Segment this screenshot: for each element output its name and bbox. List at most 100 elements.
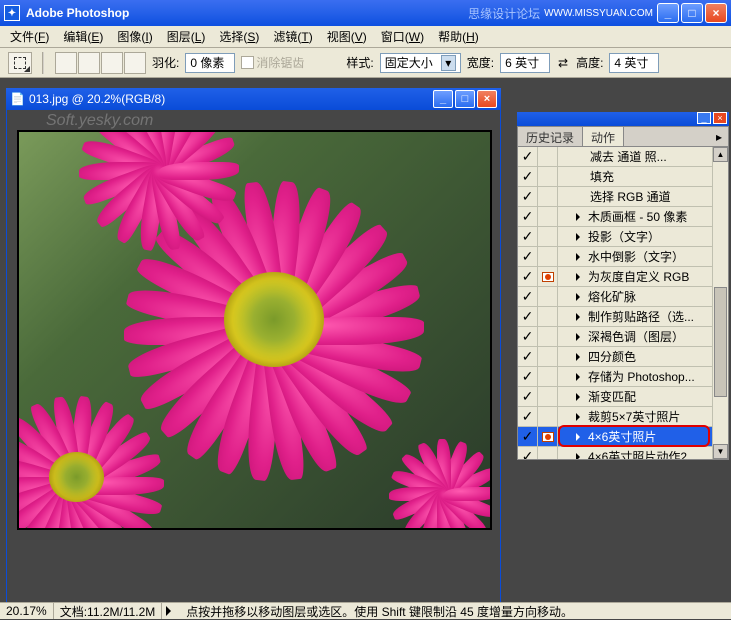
expand-icon[interactable] [576, 373, 584, 381]
expand-icon[interactable] [576, 313, 584, 321]
selection-intersect-button[interactable] [124, 52, 146, 74]
minimize-button[interactable]: _ [657, 3, 679, 23]
expand-icon[interactable] [576, 333, 584, 341]
image-window-titlebar[interactable]: 📄 013.jpg @ 20.2%(RGB/8) _ □ × [6, 88, 501, 110]
style-dropdown[interactable]: 固定大小▾ [380, 53, 461, 73]
scroll-thumb[interactable] [714, 287, 727, 397]
selection-subtract-button[interactable] [101, 52, 123, 74]
menu-f[interactable]: 文件(F) [4, 26, 55, 47]
action-toggle-check[interactable]: ✓ [518, 387, 538, 407]
action-dialog-toggle[interactable] [538, 207, 558, 227]
action-dialog-toggle[interactable] [538, 407, 558, 427]
expand-icon[interactable] [576, 413, 584, 421]
expand-icon[interactable] [576, 393, 584, 401]
action-toggle-check[interactable]: ✓ [518, 307, 538, 327]
scroll-up-button[interactable]: ▲ [713, 147, 728, 162]
action-row[interactable]: ✓4×6英寸照片 [518, 427, 728, 447]
action-toggle-check[interactable]: ✓ [518, 247, 538, 267]
action-dialog-toggle[interactable] [538, 447, 558, 461]
menu-h[interactable]: 帮助(H) [432, 26, 485, 47]
menu-s[interactable]: 选择(S) [213, 26, 265, 47]
menu-w[interactable]: 窗口(W) [375, 26, 430, 47]
action-dialog-toggle[interactable] [538, 227, 558, 247]
action-row[interactable]: ✓四分颜色 [518, 347, 728, 367]
action-toggle-check[interactable]: ✓ [518, 287, 538, 307]
action-row[interactable]: ✓减去 通道 照... [518, 147, 728, 167]
selection-add-button[interactable] [78, 52, 100, 74]
expand-icon[interactable] [576, 213, 584, 221]
panel-menu-icon[interactable]: ▸ [710, 127, 728, 146]
zoom-level[interactable]: 20.17% [0, 603, 54, 619]
action-toggle-check[interactable]: ✓ [518, 227, 538, 247]
height-input[interactable]: 4 英寸 [609, 53, 659, 73]
action-row[interactable]: ✓存储为 Photoshop... [518, 367, 728, 387]
action-dialog-toggle[interactable] [538, 167, 558, 187]
action-dialog-toggle[interactable] [538, 247, 558, 267]
action-row[interactable]: ✓裁剪5×7英寸照片 [518, 407, 728, 427]
doc-size[interactable]: 文档:11.2M/11.2M [54, 603, 163, 619]
action-toggle-check[interactable]: ✓ [518, 167, 538, 187]
action-dialog-toggle[interactable] [538, 307, 558, 327]
action-dialog-toggle[interactable] [538, 267, 558, 287]
expand-icon[interactable] [576, 253, 584, 261]
action-toggle-check[interactable]: ✓ [518, 427, 538, 447]
swap-wh-icon[interactable]: ⇄ [556, 56, 570, 70]
width-input[interactable]: 6 英寸 [500, 53, 550, 73]
action-toggle-check[interactable]: ✓ [518, 347, 538, 367]
action-toggle-check[interactable]: ✓ [518, 367, 538, 387]
expand-icon[interactable] [576, 293, 584, 301]
tab-history[interactable]: 历史记录 [518, 127, 583, 146]
selection-new-button[interactable] [55, 52, 77, 74]
menu-l[interactable]: 图层(L) [161, 26, 212, 47]
feather-input[interactable]: 0 像素 [185, 53, 235, 73]
marquee-tool-button[interactable] [8, 52, 32, 74]
menu-e[interactable]: 编辑(E) [57, 26, 109, 47]
action-row[interactable]: ✓选择 RGB 通道 [518, 187, 728, 207]
imgwin-maximize-button[interactable]: □ [455, 90, 475, 108]
tab-actions[interactable]: 动作 [583, 127, 624, 146]
expand-icon[interactable] [576, 273, 584, 281]
action-dialog-toggle[interactable] [538, 327, 558, 347]
menu-t[interactable]: 滤镜(T) [267, 26, 318, 47]
imgwin-minimize-button[interactable]: _ [433, 90, 453, 108]
action-dialog-toggle[interactable] [538, 367, 558, 387]
action-row[interactable]: ✓4×6英寸照片动作2 [518, 447, 728, 460]
action-dialog-toggle[interactable] [538, 427, 558, 447]
action-toggle-check[interactable]: ✓ [518, 267, 538, 287]
expand-icon[interactable] [576, 453, 584, 461]
expand-icon[interactable] [576, 433, 584, 441]
action-row[interactable]: ✓填充 [518, 167, 728, 187]
scrollbar[interactable]: ▲ ▼ [712, 147, 728, 459]
action-toggle-check[interactable]: ✓ [518, 207, 538, 227]
menu-i[interactable]: 图像(I) [111, 26, 158, 47]
action-toggle-check[interactable]: ✓ [518, 187, 538, 207]
action-row[interactable]: ✓投影（文字） [518, 227, 728, 247]
action-toggle-check[interactable]: ✓ [518, 447, 538, 461]
action-row[interactable]: ✓深褐色调（图层） [518, 327, 728, 347]
panel-minimize-button[interactable]: _ [697, 112, 711, 124]
expand-icon[interactable] [576, 353, 584, 361]
menu-v[interactable]: 视图(V) [321, 26, 373, 47]
close-button[interactable]: × [705, 3, 727, 23]
action-toggle-check[interactable]: ✓ [518, 407, 538, 427]
panel-close-button[interactable]: × [713, 112, 727, 124]
action-dialog-toggle[interactable] [538, 187, 558, 207]
expand-icon[interactable] [576, 233, 584, 241]
scroll-down-button[interactable]: ▼ [713, 444, 728, 459]
action-dialog-toggle[interactable] [538, 287, 558, 307]
action-dialog-toggle[interactable] [538, 147, 558, 167]
action-row[interactable]: ✓熔化矿脉 [518, 287, 728, 307]
action-dialog-toggle[interactable] [538, 347, 558, 367]
action-row[interactable]: ✓为灰度自定义 RGB [518, 267, 728, 287]
imgwin-close-button[interactable]: × [477, 90, 497, 108]
action-row[interactable]: ✓水中倒影（文字） [518, 247, 728, 267]
maximize-button[interactable]: □ [681, 3, 703, 23]
image-canvas[interactable] [17, 130, 492, 530]
panel-titlebar[interactable]: _ × [517, 112, 729, 126]
action-toggle-check[interactable]: ✓ [518, 327, 538, 347]
action-toggle-check[interactable]: ✓ [518, 147, 538, 167]
action-row[interactable]: ✓制作剪贴路径（选... [518, 307, 728, 327]
action-dialog-toggle[interactable] [538, 387, 558, 407]
action-row[interactable]: ✓渐变匹配 [518, 387, 728, 407]
action-row[interactable]: ✓木质画框 - 50 像素 [518, 207, 728, 227]
